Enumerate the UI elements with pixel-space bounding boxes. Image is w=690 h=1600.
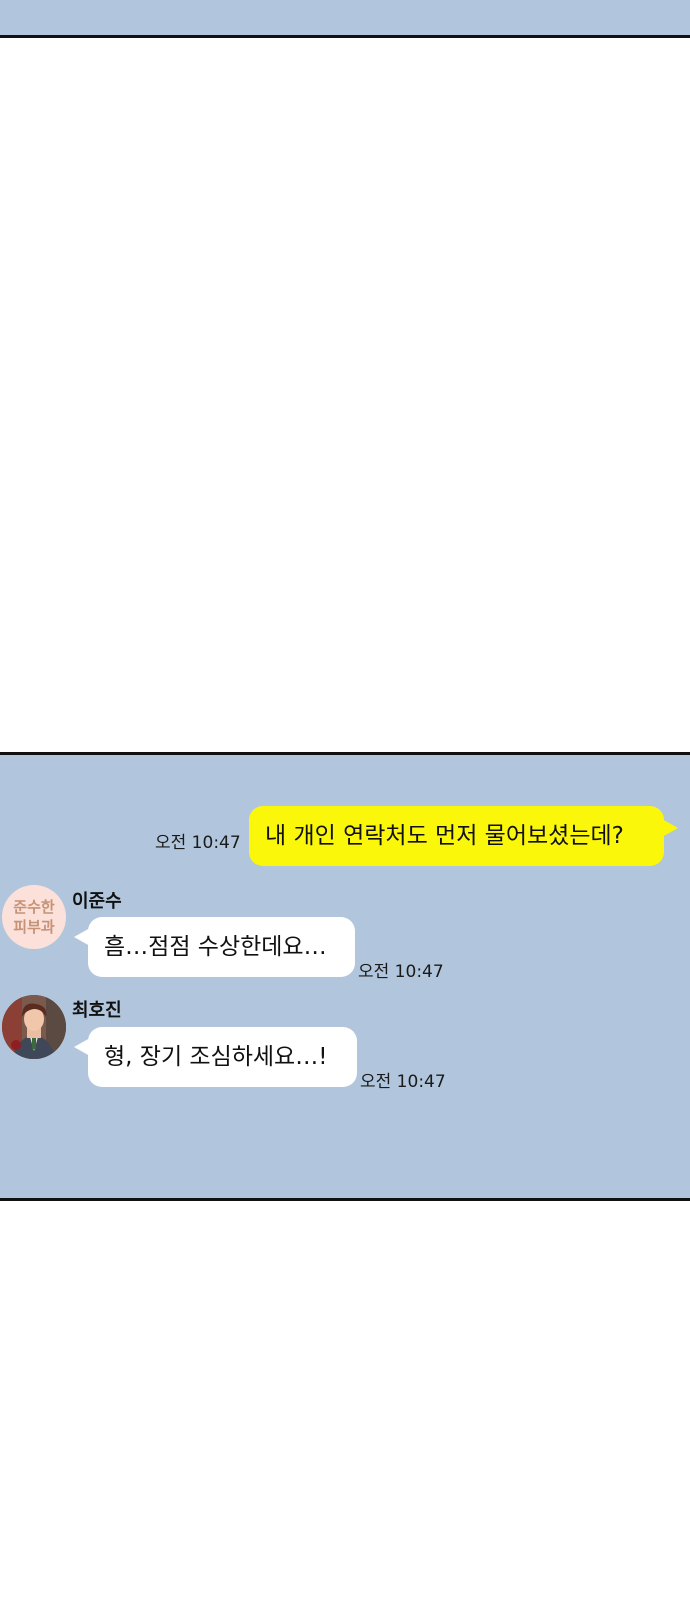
outgoing-message-bubble[interactable]: 내 개인 연락처도 먼저 물어보셨는데?: [249, 806, 664, 866]
message-text: 흠…점점 수상한데요…: [104, 934, 327, 960]
top-chat-panel-strip: [0, 0, 690, 38]
bubble-tail: [662, 819, 678, 837]
avatar-portrait-image: [2, 995, 66, 1059]
message-time: 오전 10:47: [358, 962, 444, 982]
avatar[interactable]: [2, 995, 66, 1059]
incoming-message-bubble[interactable]: 흠…점점 수상한데요…: [88, 917, 355, 977]
sender-name: 이준수: [72, 891, 122, 912]
message-time: 오전 10:47: [155, 833, 241, 853]
sender-name: 최호진: [72, 1000, 122, 1021]
message-time: 오전 10:47: [360, 1072, 446, 1092]
incoming-message-bubble[interactable]: 형, 장기 조심하세요…!: [88, 1027, 357, 1087]
chat-panel: 오전 10:47 내 개인 연락처도 먼저 물어보셨는데? 준수한 피부과 이준…: [0, 752, 690, 1201]
message-text: 형, 장기 조심하세요…!: [104, 1044, 328, 1070]
message-text: 내 개인 연락처도 먼저 물어보셨는데?: [265, 823, 624, 849]
avatar-logo-line: 준수한: [13, 898, 55, 916]
avatar-logo-line: 피부과: [13, 918, 55, 936]
avatar[interactable]: 준수한 피부과: [2, 885, 66, 949]
